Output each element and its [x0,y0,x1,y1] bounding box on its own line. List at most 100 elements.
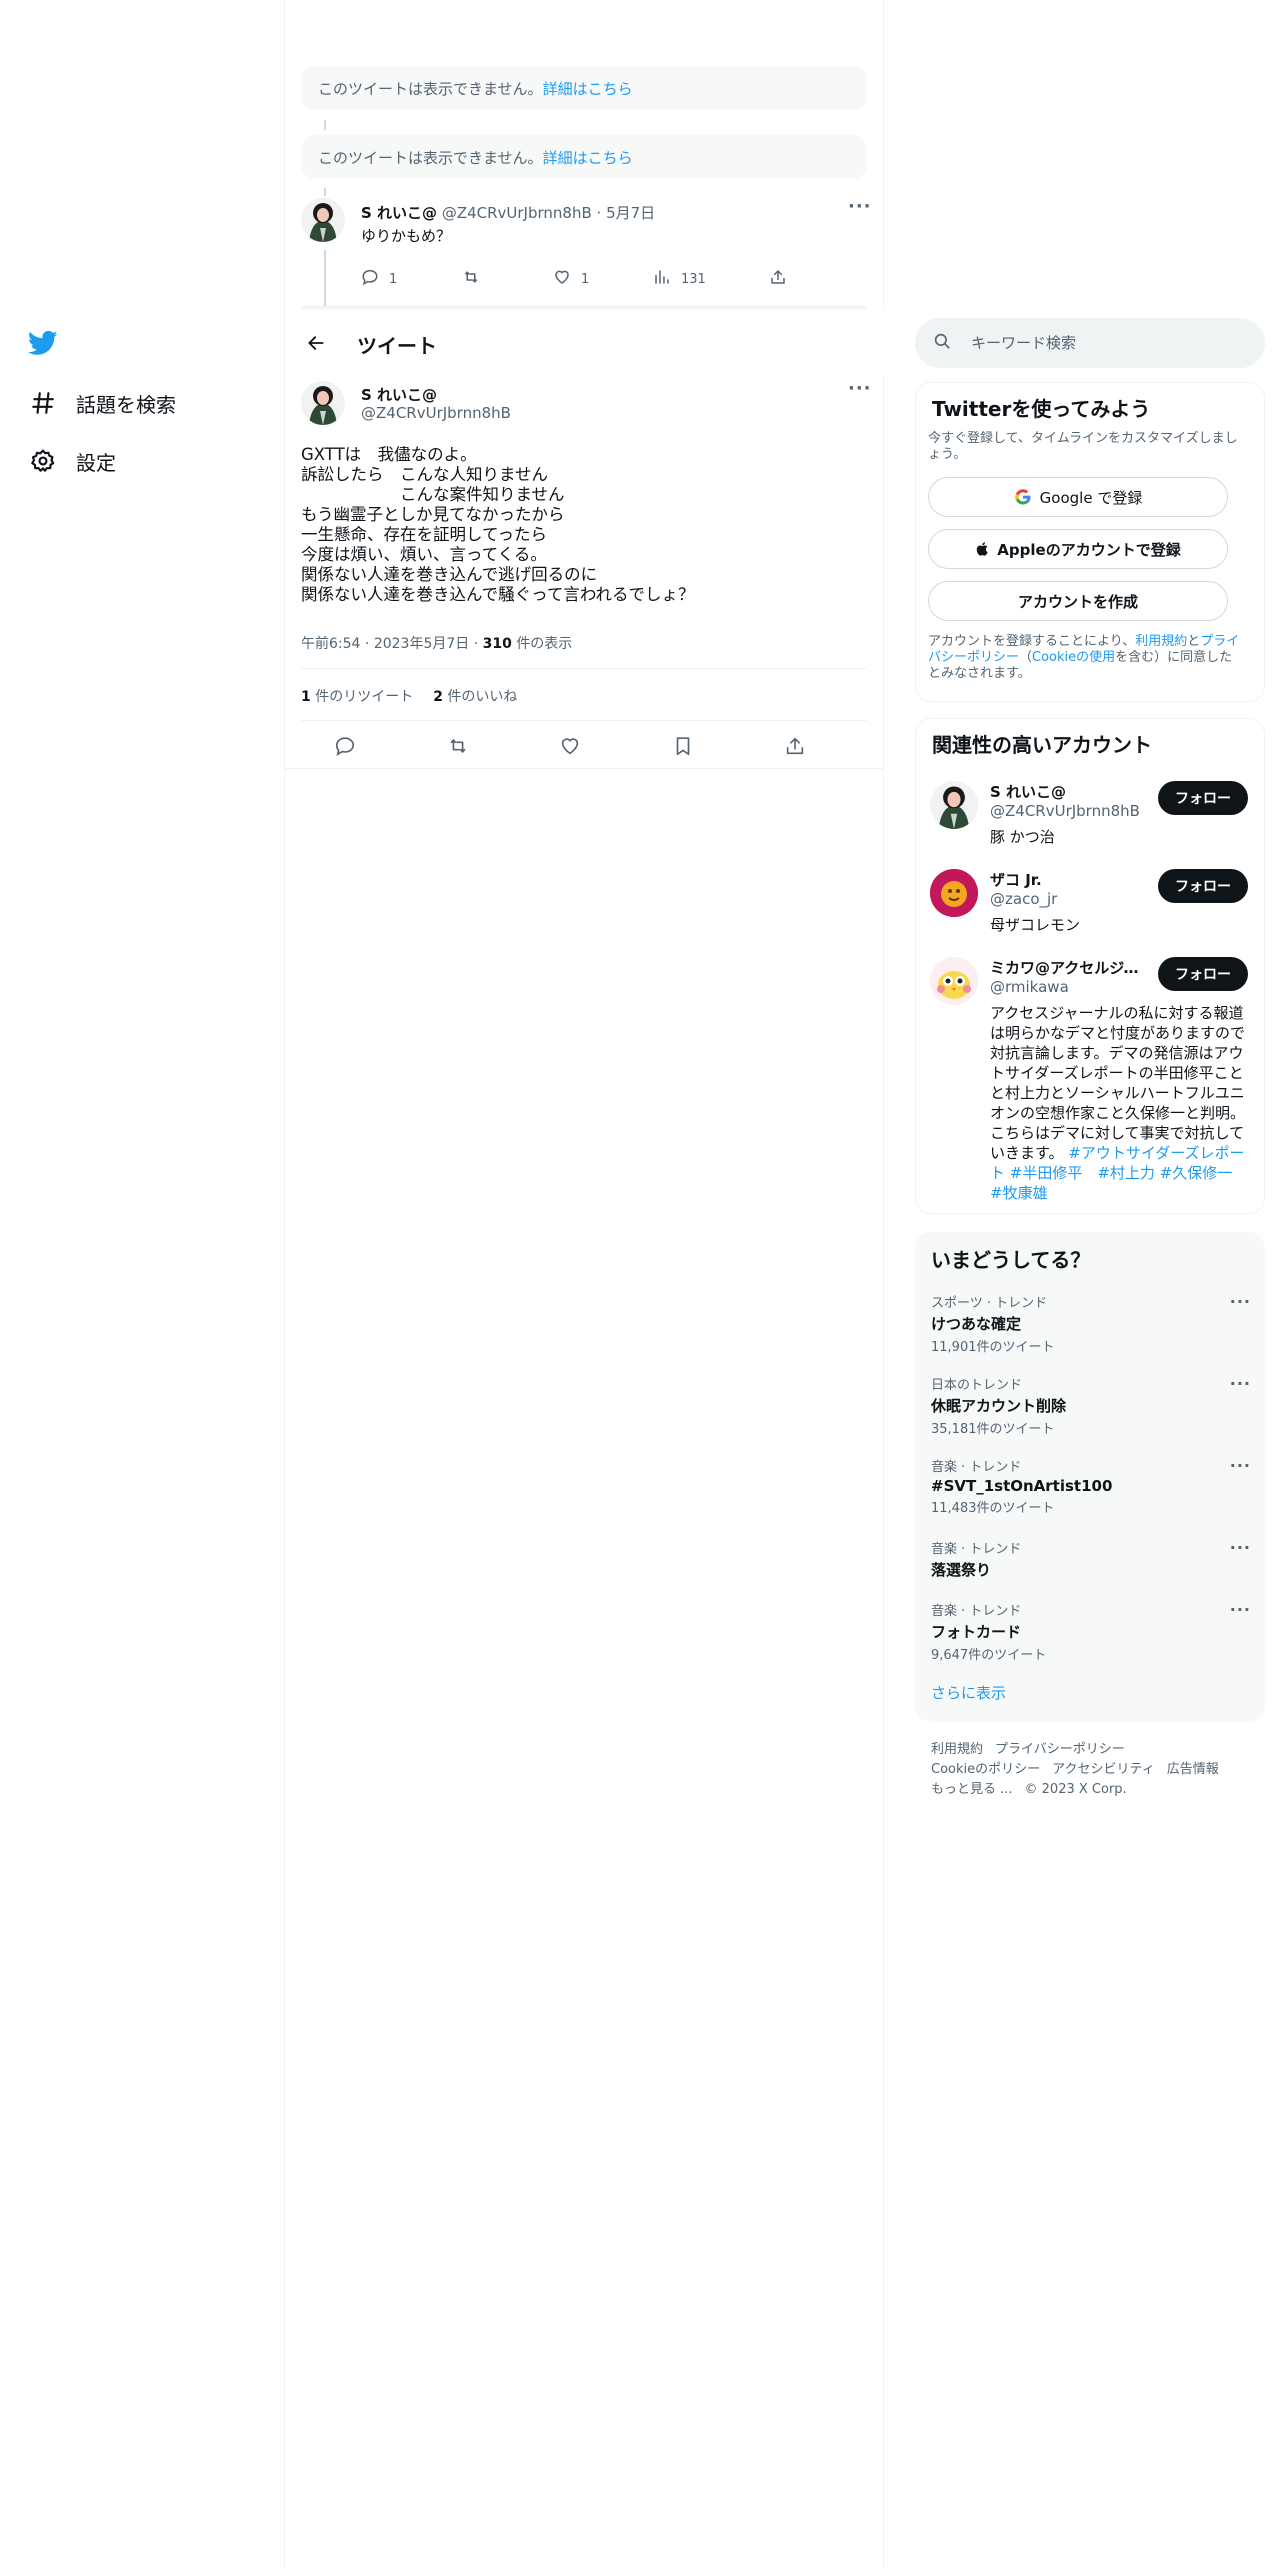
follow-button[interactable]: フォロー [1158,869,1248,903]
like-label: 件のいいね [447,689,518,705]
trend-item[interactable]: 音楽 · トレンド 落選祭り ··· [931,1538,1251,1580]
trend-item[interactable]: 音楽 · トレンド フォトカード 9,647件のツイート ··· [931,1600,1251,1663]
like-count: 1 [581,271,590,287]
show-more-link[interactable]: さらに表示 [931,1682,1006,1703]
more-options-icon[interactable]: ··· [1230,1456,1251,1475]
tweet-time[interactable]: 午前6:54 [301,636,360,652]
footer-more-link[interactable]: もっと見る ... [931,1780,1013,1800]
footer-accessibility-link[interactable]: アクセシビリティ [1052,1760,1155,1780]
tweet-author-name[interactable]: S れいこ@ [361,384,437,405]
trend-category: 音楽 · トレンド [931,1542,1022,1557]
account-name: S れいこ@ [990,783,1067,801]
more-options-icon[interactable]: ··· [1230,1292,1251,1311]
learn-more-link[interactable]: 詳細はこちら [543,80,633,98]
heart-icon [553,268,581,290]
terms-link[interactable]: 利用規約 [1135,634,1187,649]
create-account-button[interactable]: アカウントを作成 [928,581,1228,621]
apple-signup-label: Appleのアカウントで登録 [997,540,1181,559]
tweet-author-handle[interactable]: @Z4CRvUrJbrnn8hB [361,404,511,422]
thread-connector [324,250,326,308]
right-sidebar: Twitterを使ってみよう 今すぐ登録して、タイムラインをカスタマイズしましょ… [885,0,1284,2568]
share-icon [769,268,797,290]
like-button[interactable]: 1 [553,268,589,290]
avatar[interactable] [930,869,978,917]
account-item[interactable]: ザコ Jr. @zaco_jr 母ザコレモン フォロー [930,869,1264,939]
bookmark-icon[interactable] [671,734,695,758]
reply-author[interactable]: S れいこ@ @Z4CRvUrJbrnn8hB · 5月7日 [361,202,655,223]
apple-signup-button[interactable]: Appleのアカウントで登録 [928,529,1228,569]
share-button[interactable] [769,268,797,290]
signup-card: Twitterを使ってみよう 今すぐ登録して、タイムラインをカスタマイズしましょ… [915,382,1265,702]
page-title: ツイート [357,334,437,358]
reply-date[interactable]: 5月7日 [606,204,655,222]
footer-privacy-link[interactable]: プライバシーポリシー [995,1740,1125,1760]
footer-ads-link[interactable]: 広告情報 [1167,1760,1219,1780]
more-options-icon[interactable]: ··· [848,378,872,399]
twitter-bird-icon[interactable] [26,328,60,358]
nav-explore-label: 話題を検索 [76,392,176,417]
views-button[interactable]: 131 [653,268,706,290]
avatar[interactable] [930,781,978,829]
trend-item[interactable]: スポーツ · トレンド けつあな確定 11,901件のツイート ··· [931,1292,1251,1355]
trend-name: 休眠アカウント削除 [931,1397,1067,1415]
trend-category: 音楽 · トレンド [931,1460,1022,1475]
like-count: 2 [433,689,443,705]
trend-item[interactable]: 日本のトレンド 休眠アカウント削除 35,181件のツイート ··· [931,1374,1251,1437]
unavailable-tweet-notice: このツイートは表示できません。詳細はこちら [301,66,867,110]
avatar[interactable] [301,381,345,425]
more-options-icon[interactable]: ··· [848,196,872,217]
signup-title: Twitterを使ってみよう [932,397,1151,421]
back-arrow-icon[interactable] [299,326,333,360]
cookie-link[interactable]: Cookieの使用 [1032,650,1115,665]
account-name: ザコ Jr. [990,871,1042,889]
tweet-view-label: 件の表示 [516,636,573,652]
hashtag-icon [28,388,58,418]
avatar[interactable] [930,957,978,1005]
trend-count: 9,647件のツイート [931,1648,1047,1663]
account-name: ミカワ@アクセルジャーナル [990,959,1150,977]
learn-more-link[interactable]: 詳細はこちら [543,149,633,167]
retweet-count: 1 [301,689,311,705]
heart-icon[interactable] [558,734,582,758]
gear-icon [28,446,58,476]
trend-count: 35,181件のツイート [931,1422,1055,1437]
reply-icon [361,268,389,290]
google-signup-button[interactable]: Google で登録 [928,477,1228,517]
trend-name: #SVT_1stOnArtist100 [931,1477,1113,1495]
follow-button[interactable]: フォロー [1158,781,1248,815]
search-input[interactable] [971,334,1241,352]
tweet-date[interactable]: 2023年5月7日 [374,636,469,652]
account-item[interactable]: S れいこ@ @Z4CRvUrJbrnn8hB 豚 かつ治 フォロー [930,781,1264,851]
more-options-icon[interactable]: ··· [1230,1374,1251,1393]
more-options-icon[interactable]: ··· [1230,1538,1251,1557]
retweets-stat[interactable]: 1 件のリツイート [301,686,413,706]
reply-icon[interactable] [333,734,357,758]
apple-icon [975,540,991,558]
unavailable-text: このツイートは表示できません。 [318,80,543,98]
trend-name: けつあな確定 [931,1315,1022,1333]
footer-terms-link[interactable]: 利用規約 [931,1740,983,1760]
main-column: このツイートは表示できません。詳細はこちら このツイートは表示できません。詳細は… [285,0,884,2568]
footer-cookie-link[interactable]: Cookieのポリシー [931,1760,1040,1780]
trend-category: スポーツ · トレンド [931,1296,1048,1311]
follow-button[interactable]: フォロー [1158,957,1248,991]
google-signup-label: Google で登録 [1039,488,1143,507]
trend-name: フォトカード [931,1623,1022,1641]
avatar[interactable] [301,198,345,242]
reply-button[interactable]: 1 [361,268,397,290]
search-bar[interactable] [915,318,1265,368]
retweet-icon[interactable] [446,734,470,758]
more-options-icon[interactable]: ··· [1230,1600,1251,1619]
retweet-button[interactable] [461,268,491,290]
trends-title: いまどうしてる？ [931,1248,1091,1272]
share-icon[interactable] [783,734,807,758]
signup-legal-text: アカウントを登録することにより、利用規約とプライバシーポリシー（Cookieの使… [928,634,1240,681]
related-title: 関連性の高いアカウント [932,733,1152,757]
thread-connector [324,120,326,130]
nav-settings[interactable]: 設定 [28,441,116,481]
account-item[interactable]: ミカワ@アクセルジャーナル @rmikawa アクセスジャーナルの私に対する報道… [930,957,1264,1207]
account-handle: @Z4CRvUrJbrnn8hB [990,802,1140,820]
trend-item[interactable]: 音楽 · トレンド #SVT_1stOnArtist100 11,483件のツイ… [931,1456,1251,1516]
nav-explore[interactable]: 話題を検索 [28,383,176,423]
likes-stat[interactable]: 2 件のいいね [433,686,517,706]
